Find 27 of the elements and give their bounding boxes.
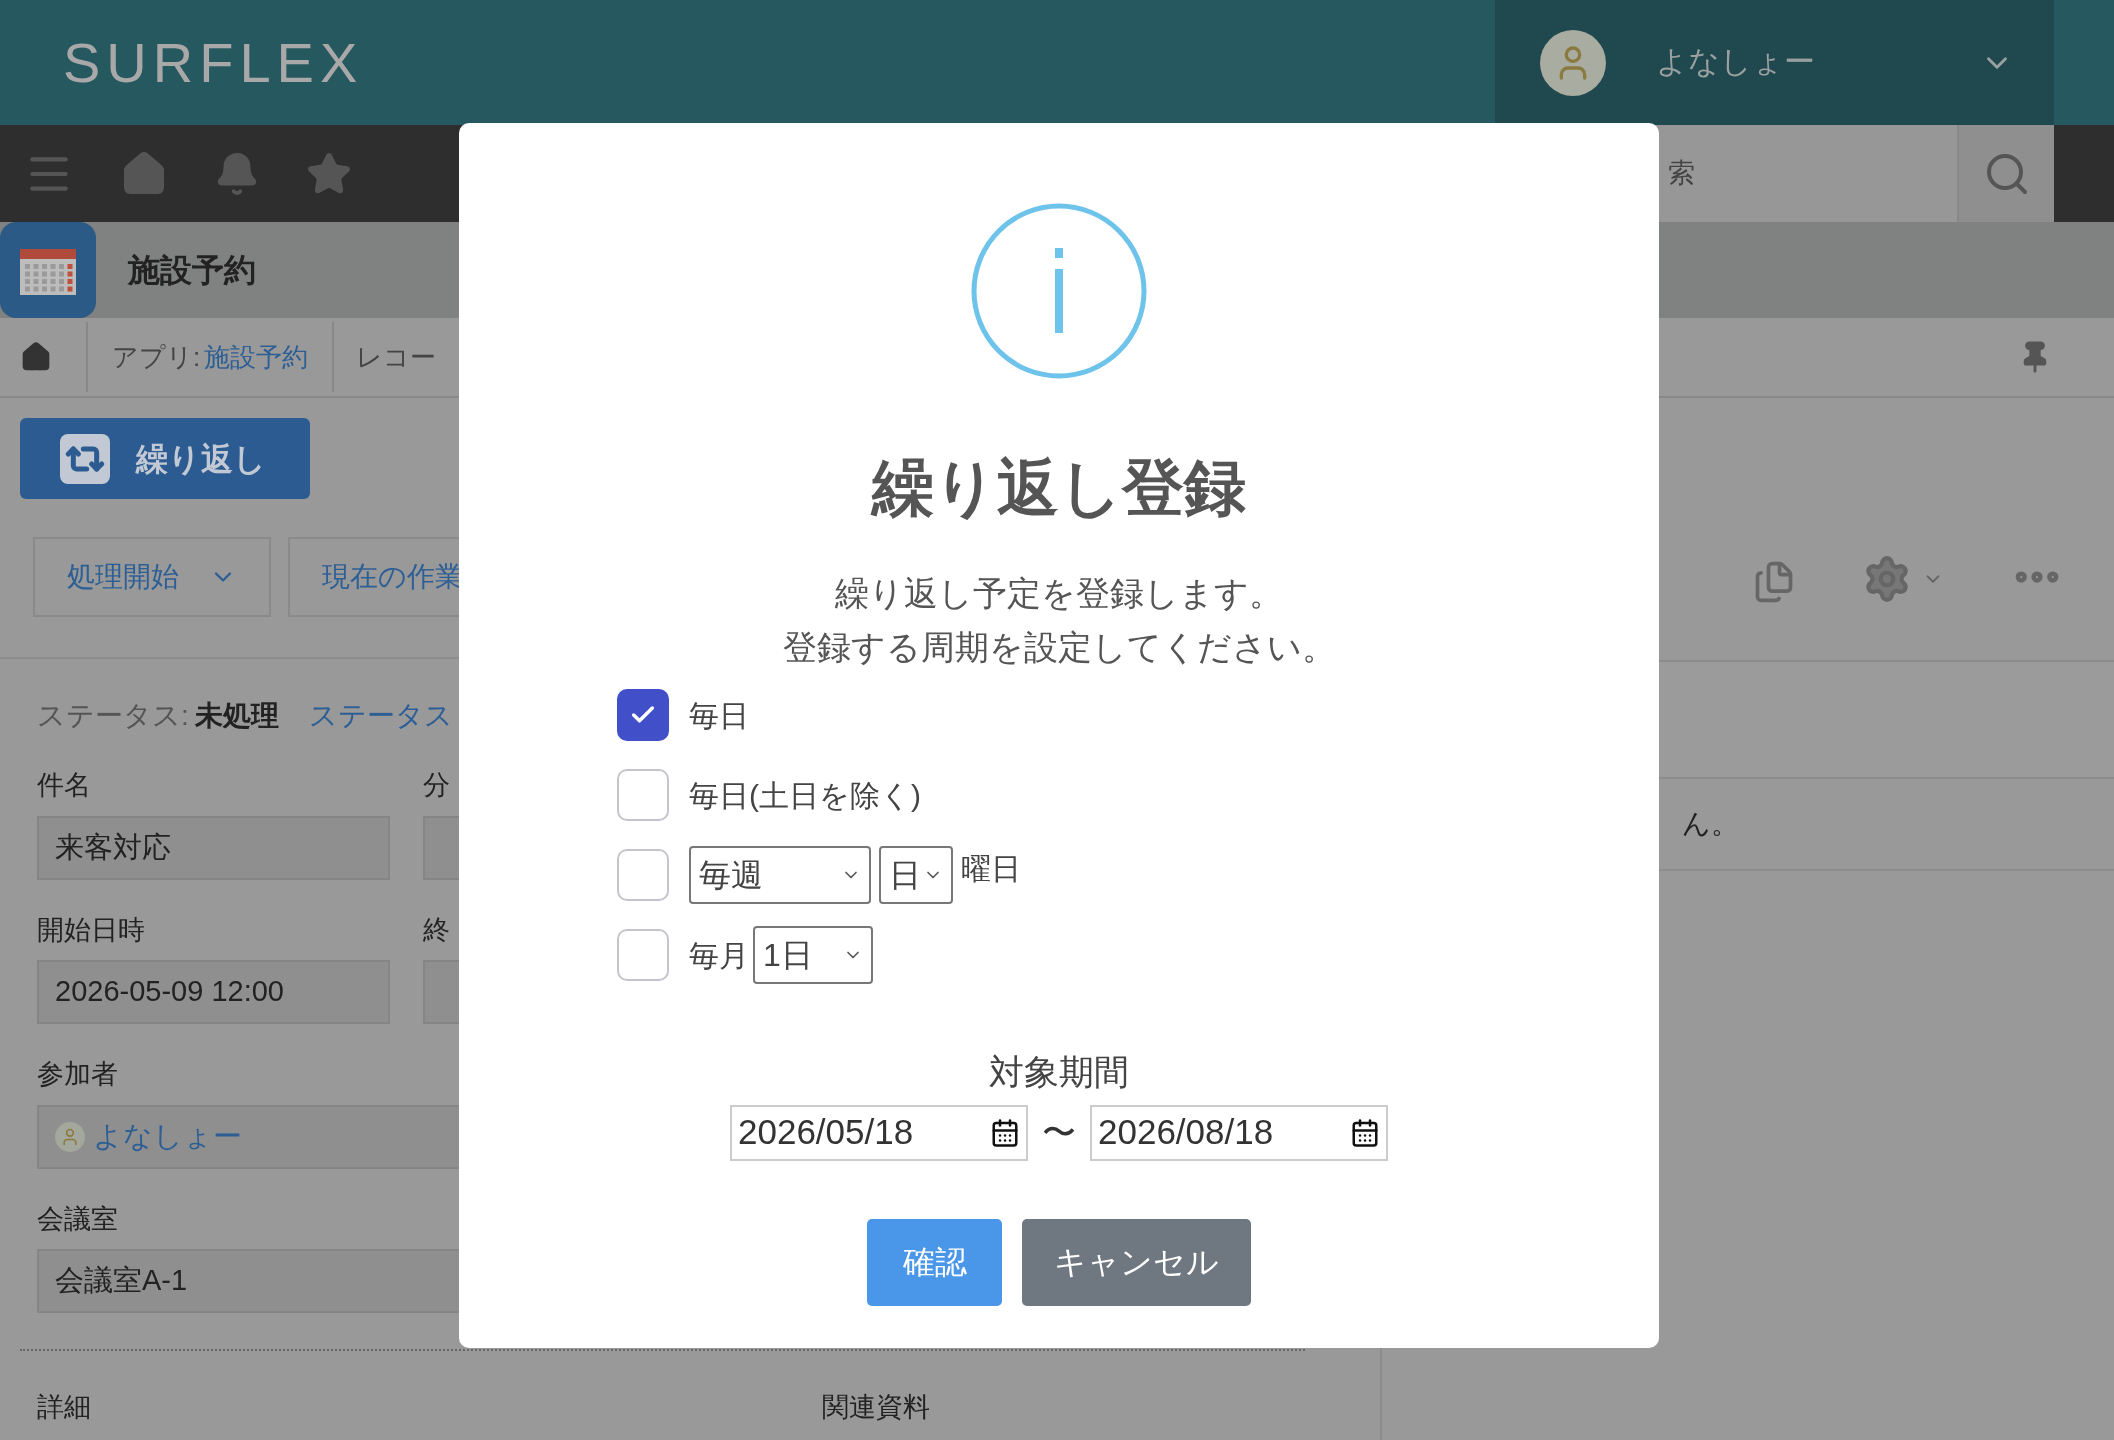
range-separator: 〜 xyxy=(1042,1112,1076,1153)
section-label: 関連資料 xyxy=(822,1391,930,1424)
option-label: 毎日 xyxy=(689,697,749,734)
field-label: 分 xyxy=(423,769,450,802)
status-label: ステータス: xyxy=(37,699,189,733)
option-label: 曜日 xyxy=(961,851,1021,887)
user-name: よなしょー xyxy=(1656,43,1816,82)
dialog-message: 繰り返し予定を登録します。 xyxy=(835,573,1283,614)
breadcrumb-item: レコー xyxy=(356,340,437,374)
option-label: 毎月 xyxy=(689,937,749,974)
field-label: 開始日時 xyxy=(37,913,145,947)
field-value: 2026-05-09 12:00 xyxy=(37,960,390,1024)
field-label: 会議室 xyxy=(37,1202,118,1236)
empty-message: ん。 xyxy=(1682,807,1739,841)
section-label: 詳細 xyxy=(37,1391,92,1424)
logo: SURFLEX xyxy=(63,29,364,96)
dialog-title: 繰り返し登録 xyxy=(872,452,1246,524)
field-label: 終 xyxy=(423,913,450,947)
field-value: 来客対応 xyxy=(37,815,390,880)
app-title: 施設予約 xyxy=(128,251,256,290)
dialog-message: 登録する周期を設定してください。 xyxy=(782,627,1336,668)
period-label: 対象期間 xyxy=(989,1051,1129,1093)
field-label: 件名 xyxy=(37,769,91,802)
breadcrumb-label: アプリ: xyxy=(112,340,201,374)
status-value: 未処理 xyxy=(194,699,279,733)
option-label: 毎日(土日を除く) xyxy=(689,777,921,814)
field-label: 参加者 xyxy=(37,1058,118,1091)
